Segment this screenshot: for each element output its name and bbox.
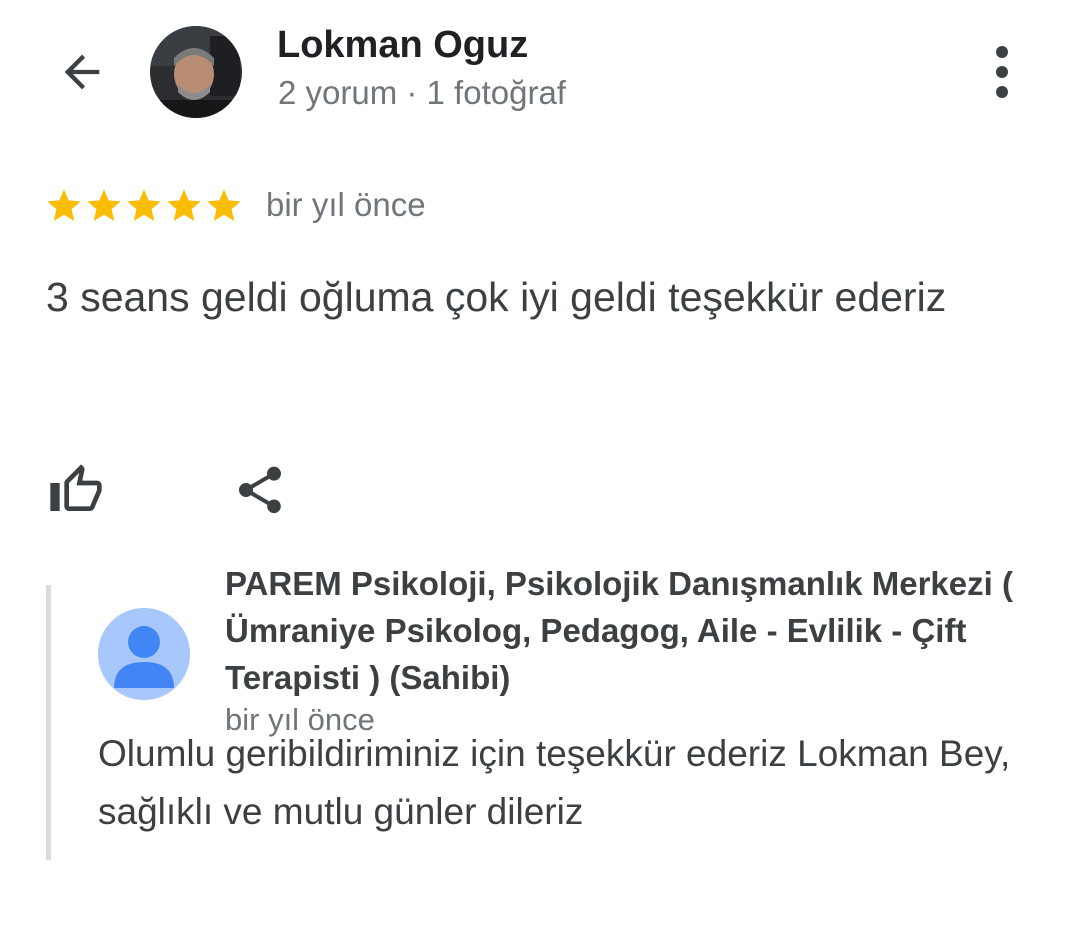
back-button[interactable] [42,40,122,104]
reviewer-name[interactable]: Lokman Oguz [277,24,528,67]
person-icon [98,608,190,700]
thumb-up-icon [50,464,102,511]
user-photo [150,26,242,118]
star-icon [207,189,241,221]
owner-avatar [98,608,190,700]
share-button[interactable] [224,454,296,526]
more-options-button[interactable] [978,40,1026,104]
star-rating [44,186,244,226]
owner-name: PAREM Psikoloji, Psikolojik Danışmanlık … [225,565,1013,696]
star-icon [127,189,161,221]
star-icon [47,189,81,221]
share-icon [239,466,281,514]
review-text: 3 seans geldi oğluma çok iyi geldi teşek… [46,274,947,320]
reviewer-meta: 2 yorum · 1 fotoğraf [278,74,566,111]
star-icon [87,189,121,221]
review-date: bir yıl önce [266,186,426,223]
star-icon [167,189,201,221]
like-button[interactable] [40,454,112,526]
user-avatar[interactable] [150,26,242,118]
more-vert-icon [996,46,1008,98]
arrow-back-icon [64,54,100,90]
reply-divider [46,585,51,860]
owner-reply-text: Olumlu geribildiriminiz için teşekkür ed… [98,733,1011,832]
